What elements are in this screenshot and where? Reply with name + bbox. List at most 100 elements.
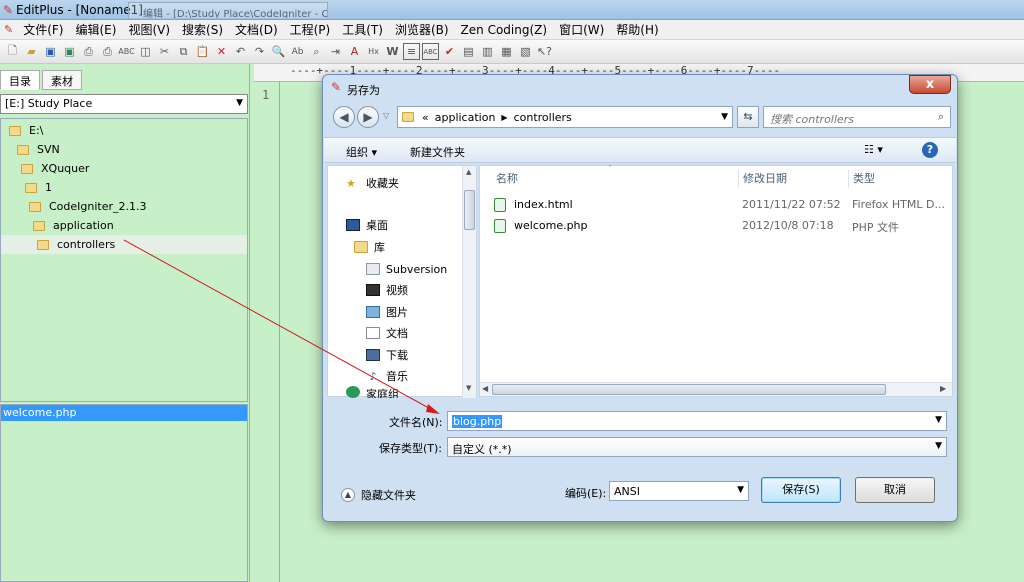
redo-icon[interactable]: ↷ <box>251 43 268 60</box>
nav-item-homegroup[interactable]: 家庭组 <box>346 386 399 398</box>
line-number-icon[interactable]: ≡ <box>403 43 420 60</box>
history-dropdown-icon[interactable]: ▽ <box>383 111 389 120</box>
scrollbar-thumb[interactable] <box>464 190 475 230</box>
new-folder-button[interactable]: 新建文件夹 <box>410 144 465 160</box>
search-input[interactable]: 搜索 controllers ⌕ <box>763 106 951 128</box>
organize-button[interactable]: 组织 ▾ <box>346 144 377 160</box>
paste-icon[interactable]: 📋 <box>194 43 211 60</box>
tree-node[interactable]: application <box>1 216 247 235</box>
tab-directory[interactable]: 目录 <box>0 70 40 90</box>
toggle-cliptext-icon[interactable]: ▦ <box>498 43 515 60</box>
tree-node[interactable]: E:\ <box>1 121 247 140</box>
encoding-select[interactable]: ANSI ▼ <box>609 481 749 501</box>
file-pane-scrollbar[interactable]: ◀ ▶ <box>480 382 952 396</box>
close-button[interactable]: x <box>909 75 951 94</box>
nav-item-subversion[interactable]: Subversion <box>366 260 447 278</box>
go-to-line-icon[interactable]: ⇥ <box>327 43 344 60</box>
nav-item-music[interactable]: ♪ 音乐 <box>366 367 408 385</box>
column-header-name[interactable]: 名称 <box>496 170 518 186</box>
nav-item-videos[interactable]: 视频 <box>366 281 408 299</box>
filename-field[interactable]: blog.php ▼ <box>447 411 947 431</box>
breadcrumb-application[interactable]: application <box>435 111 496 124</box>
address-bar[interactable]: « application ▶ controllers ▼ <box>397 106 733 128</box>
chevron-down-icon[interactable]: ▼ <box>721 112 728 122</box>
nav-scrollbar[interactable]: ▲ ▼ <box>462 166 476 398</box>
filetype-label: 保存类型(T): <box>379 442 443 455</box>
scroll-up-icon[interactable]: ▲ <box>466 168 471 176</box>
tab-cliptext[interactable]: 素材 <box>42 70 82 90</box>
column-header-date[interactable]: 修改日期 <box>738 170 787 188</box>
refresh-button[interactable]: ⇆ <box>737 106 759 128</box>
print-icon[interactable]: ⎙ <box>99 43 116 60</box>
menu-window[interactable]: 窗口(W) <box>553 21 610 38</box>
tree-node[interactable]: XQuquer <box>1 159 247 178</box>
menu-zen-coding[interactable]: Zen Coding(Z) <box>455 23 554 37</box>
nav-item-favorites[interactable]: ★ 收藏夹 <box>346 174 399 192</box>
replace-icon[interactable]: Ab <box>289 43 306 60</box>
filetype-select[interactable]: 自定义 (*.*) ▼ <box>447 437 947 457</box>
tree-node[interactable]: SVN <box>1 140 247 159</box>
new-file-icon[interactable]: 🗋 <box>4 43 21 60</box>
undo-icon[interactable]: ↶ <box>232 43 249 60</box>
nav-item-pictures[interactable]: 图片 <box>366 303 408 321</box>
menu-tools[interactable]: 工具(T) <box>336 21 389 38</box>
hide-folders-toggle[interactable]: ▲ 隐藏文件夹 <box>341 487 416 503</box>
view-options-icon[interactable]: ☷ ▾ <box>864 143 883 156</box>
find-icon[interactable]: 🔍 <box>270 43 287 60</box>
word-wrap-icon[interactable]: W <box>384 43 401 60</box>
nav-item-library[interactable]: 库 <box>354 238 385 256</box>
cut-icon[interactable]: ✂ <box>156 43 173 60</box>
menu-view[interactable]: 视图(V) <box>122 21 176 38</box>
browser-preview-icon[interactable]: ◫ <box>137 43 154 60</box>
copy-icon[interactable]: ⧉ <box>175 43 192 60</box>
encoding-label: 编码(E): <box>565 487 607 500</box>
menu-help[interactable]: 帮助(H) <box>610 21 664 38</box>
spell-check-icon[interactable]: ABC <box>118 43 135 60</box>
toggle-directory-icon[interactable]: ▤ <box>460 43 477 60</box>
tree-node[interactable]: 1 <box>1 178 247 197</box>
scroll-right-icon[interactable]: ▶ <box>940 384 946 393</box>
tree-node[interactable]: CodeIgniter_2.1.3 <box>1 197 247 216</box>
save-all-icon[interactable]: ▣ <box>61 43 78 60</box>
back-button[interactable]: ◀ <box>333 106 355 128</box>
menu-browser[interactable]: 浏览器(B) <box>389 21 455 38</box>
open-folder-icon[interactable]: ▰ <box>23 43 40 60</box>
fullscreen-icon[interactable]: ▧ <box>517 43 534 60</box>
scroll-left-icon[interactable]: ◀ <box>482 384 488 393</box>
check-mark-icon[interactable]: ✔ <box>441 43 458 60</box>
find-in-files-icon[interactable]: ⌕ <box>308 43 325 60</box>
table-row[interactable]: welcome.php 2012/10/8 07:18 PHP 文件 <box>494 217 950 235</box>
breadcrumb-overflow[interactable]: « <box>422 111 429 124</box>
breadcrumb-controllers[interactable]: controllers <box>514 111 572 124</box>
nav-item-desktop[interactable]: 桌面 <box>346 216 388 234</box>
delete-icon[interactable]: ✕ <box>213 43 230 60</box>
table-row[interactable]: index.html 2011/11/22 07:52 Firefox HTML… <box>494 196 950 214</box>
chevron-down-icon[interactable]: ▼ <box>935 415 942 425</box>
column-header-type[interactable]: 类型 <box>848 170 875 188</box>
save-icon[interactable]: ▣ <box>42 43 59 60</box>
menu-edit[interactable]: 编辑(E) <box>70 21 123 38</box>
scroll-down-icon[interactable]: ▼ <box>466 384 471 392</box>
help-icon[interactable]: ? <box>922 142 938 158</box>
menu-document[interactable]: 文档(D) <box>229 21 284 38</box>
scrollbar-thumb[interactable] <box>492 384 886 395</box>
ruler-icon[interactable]: ABC <box>422 43 439 60</box>
hex-icon[interactable]: Hx <box>365 43 382 60</box>
forward-button[interactable]: ▶ <box>357 106 379 128</box>
list-item[interactable]: welcome.php <box>1 405 247 421</box>
context-help-icon[interactable]: ↖? <box>536 43 553 60</box>
drive-selector[interactable]: [E:] Study Place ▼ <box>0 94 248 114</box>
menu-search[interactable]: 搜索(S) <box>176 21 229 38</box>
nav-item-downloads[interactable]: 下载 <box>366 346 408 364</box>
desktop-icon <box>346 219 360 231</box>
background-window-tab[interactable]: 编辑 - [D:\Study Place\CodeIgniter - Co... <box>128 2 328 18</box>
menu-project[interactable]: 工程(P) <box>284 21 337 38</box>
print-preview-icon[interactable]: ⎙ <box>80 43 97 60</box>
nav-item-documents[interactable]: 文档 <box>366 324 408 342</box>
save-button[interactable]: 保存(S) <box>761 477 841 503</box>
menu-file[interactable]: 文件(F) <box>17 21 69 38</box>
cancel-button[interactable]: 取消 <box>855 477 935 503</box>
toggle-output-icon[interactable]: ▥ <box>479 43 496 60</box>
tree-node-selected[interactable]: controllers <box>1 235 247 254</box>
font-icon[interactable]: A <box>346 43 363 60</box>
